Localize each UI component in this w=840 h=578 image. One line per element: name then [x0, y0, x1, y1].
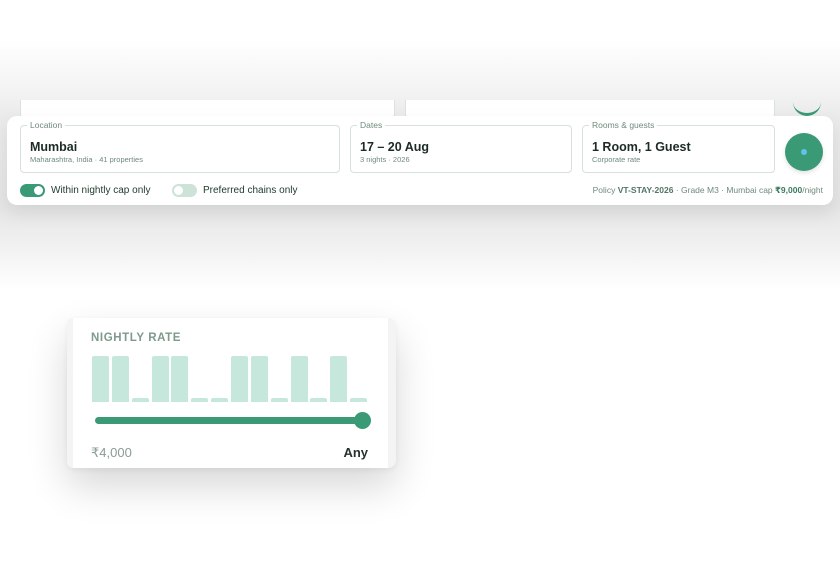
rooms-guests-field[interactable]: Rooms & guests 1 Room, 1 Guest Corporate… — [582, 120, 775, 173]
histogram-bar — [171, 356, 189, 402]
dates-field[interactable]: Dates 17 – 20 Aug 3 nights · 2026 — [350, 120, 572, 173]
rate-histogram — [92, 356, 368, 402]
rate-slider-track[interactable] — [95, 417, 362, 424]
preferred-chains-toggle[interactable]: Preferred chains only — [172, 183, 298, 197]
preferred-chains-label: Preferred chains only — [203, 184, 298, 196]
rate-max-label: Any — [343, 445, 368, 460]
preferred-chains-switch[interactable] — [172, 183, 197, 197]
histogram-bar — [211, 398, 229, 402]
rooms-value: 1 Room, 1 Guest — [592, 140, 691, 154]
rate-min-label: ₹4,000 — [91, 445, 132, 460]
card-edge-right — [388, 318, 396, 468]
histogram-bar — [230, 356, 248, 402]
location-sub: Maharashtra, India · 41 properties — [30, 155, 143, 164]
dates-value: 17 – 20 Aug — [360, 140, 430, 154]
policy-info: Policy VT-STAY-2026 · Grade M3 · Mumbai … — [593, 185, 823, 196]
nightly-cap-toggle[interactable]: Within nightly cap only — [20, 183, 151, 197]
histogram-bar — [111, 356, 129, 402]
policy-middle: · Grade M3 · Mumbai cap — [673, 185, 776, 195]
histogram-bar — [270, 398, 288, 402]
switch-knob — [174, 185, 183, 195]
rooms-legend: Rooms & guests — [589, 120, 658, 131]
switch-knob — [34, 185, 43, 195]
nightly-cap-label: Within nightly cap only — [51, 184, 151, 196]
histogram-bar — [131, 398, 149, 402]
rooms-sub: Corporate rate — [592, 155, 641, 164]
histogram-bar — [92, 356, 109, 402]
histogram-bar — [310, 398, 328, 402]
card-edge-left — [67, 318, 73, 468]
histogram-bar — [290, 356, 308, 402]
location-legend: Location — [27, 120, 66, 131]
rate-slider-handle[interactable] — [353, 412, 371, 429]
nightly-rate-card: NIGHTLY RATE ₹4,000 Any — [67, 318, 396, 468]
policy-suffix: /night — [802, 185, 823, 195]
histogram-bar — [191, 398, 209, 402]
nightly-rate-title: NIGHTLY RATE — [91, 332, 182, 344]
dates-sub: 3 nights · 2026 — [360, 155, 410, 164]
policy-prefix: Policy — [592, 185, 618, 195]
dates-legend: Dates — [357, 120, 386, 131]
location-value: Mumbai — [30, 140, 78, 154]
histogram-bar — [330, 356, 348, 402]
policy-cap: ₹9,000 — [775, 185, 803, 195]
policy-code: VT-STAY-2026 — [617, 185, 674, 195]
nightly-cap-switch[interactable] — [20, 183, 45, 197]
histogram-bar — [350, 398, 368, 402]
previous-search-button — [793, 82, 821, 116]
search-icon — [801, 149, 807, 155]
search-card: Location Mumbai Maharashtra, India · 41 … — [7, 116, 833, 205]
histogram-bar — [250, 356, 268, 402]
histogram-bar — [151, 356, 169, 402]
search-button[interactable] — [785, 133, 823, 171]
location-field[interactable]: Location Mumbai Maharashtra, India · 41 … — [20, 120, 340, 173]
